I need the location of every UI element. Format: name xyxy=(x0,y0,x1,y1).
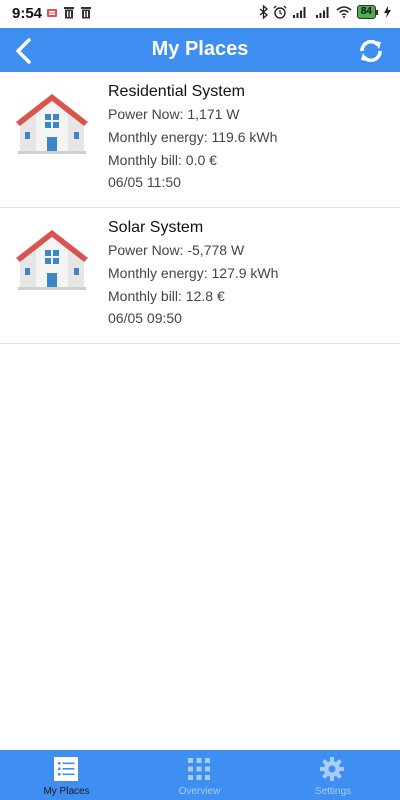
grid-icon xyxy=(188,758,210,780)
battery-level: 84 xyxy=(360,6,372,17)
house-icon xyxy=(16,94,88,154)
charging-icon xyxy=(384,6,391,18)
signal-icon xyxy=(292,7,306,18)
gear-icon xyxy=(320,757,344,781)
monthly-energy: Monthly energy: 119.6 kWh xyxy=(108,129,278,145)
monthly-bill: Monthly bill: 12.8 € xyxy=(108,288,225,304)
app-notification-icon xyxy=(47,8,57,17)
status-time: 9:54 xyxy=(12,5,43,22)
bluetooth-icon xyxy=(259,5,268,19)
refresh-button[interactable] xyxy=(354,34,388,68)
last-update: 06/05 09:50 xyxy=(108,310,182,326)
place-item-residential[interactable]: Residential System Power Now: 1,171 W Mo… xyxy=(0,72,400,208)
app-bar: My Places xyxy=(0,28,400,72)
places-list: Residential System Power Now: 1,171 W Mo… xyxy=(0,72,400,344)
trash-icon xyxy=(81,7,91,19)
trash-icon xyxy=(64,7,74,19)
notification-icons xyxy=(46,6,92,19)
wifi-icon xyxy=(336,6,352,18)
list-icon xyxy=(54,757,78,781)
monthly-bill: Monthly bill: 0.0 € xyxy=(108,152,217,168)
nav-label: Overview xyxy=(178,786,221,797)
power-now: Power Now: -5,778 W xyxy=(108,242,245,258)
nav-item-settings[interactable]: Settings xyxy=(266,750,400,800)
place-name: Solar System xyxy=(108,219,204,236)
alarm-icon xyxy=(273,5,287,19)
nav-label: Settings xyxy=(314,786,352,797)
bottom-nav: My Places Overview Settings xyxy=(0,750,400,800)
nav-item-my-places[interactable]: My Places xyxy=(0,750,133,800)
page-title: My Places xyxy=(151,38,249,60)
nav-label: My Places xyxy=(43,786,90,797)
power-now: Power Now: 1,171 W xyxy=(108,106,240,122)
monthly-energy: Monthly energy: 127.9 kWh xyxy=(108,265,279,281)
place-item-solar[interactable]: Solar System Power Now: -5,778 W Monthly… xyxy=(0,208,400,344)
nav-item-overview[interactable]: Overview xyxy=(133,750,266,800)
status-bar: 9:54 84 xyxy=(0,0,400,28)
system-icons: 84 xyxy=(259,5,392,19)
last-update: 06/05 11:50 xyxy=(108,174,181,190)
house-icon xyxy=(16,230,88,290)
signal-hd-icon xyxy=(315,7,329,18)
battery-icon: 84 xyxy=(356,5,378,19)
place-name: Residential System xyxy=(108,83,245,100)
refresh-icon xyxy=(360,39,382,63)
